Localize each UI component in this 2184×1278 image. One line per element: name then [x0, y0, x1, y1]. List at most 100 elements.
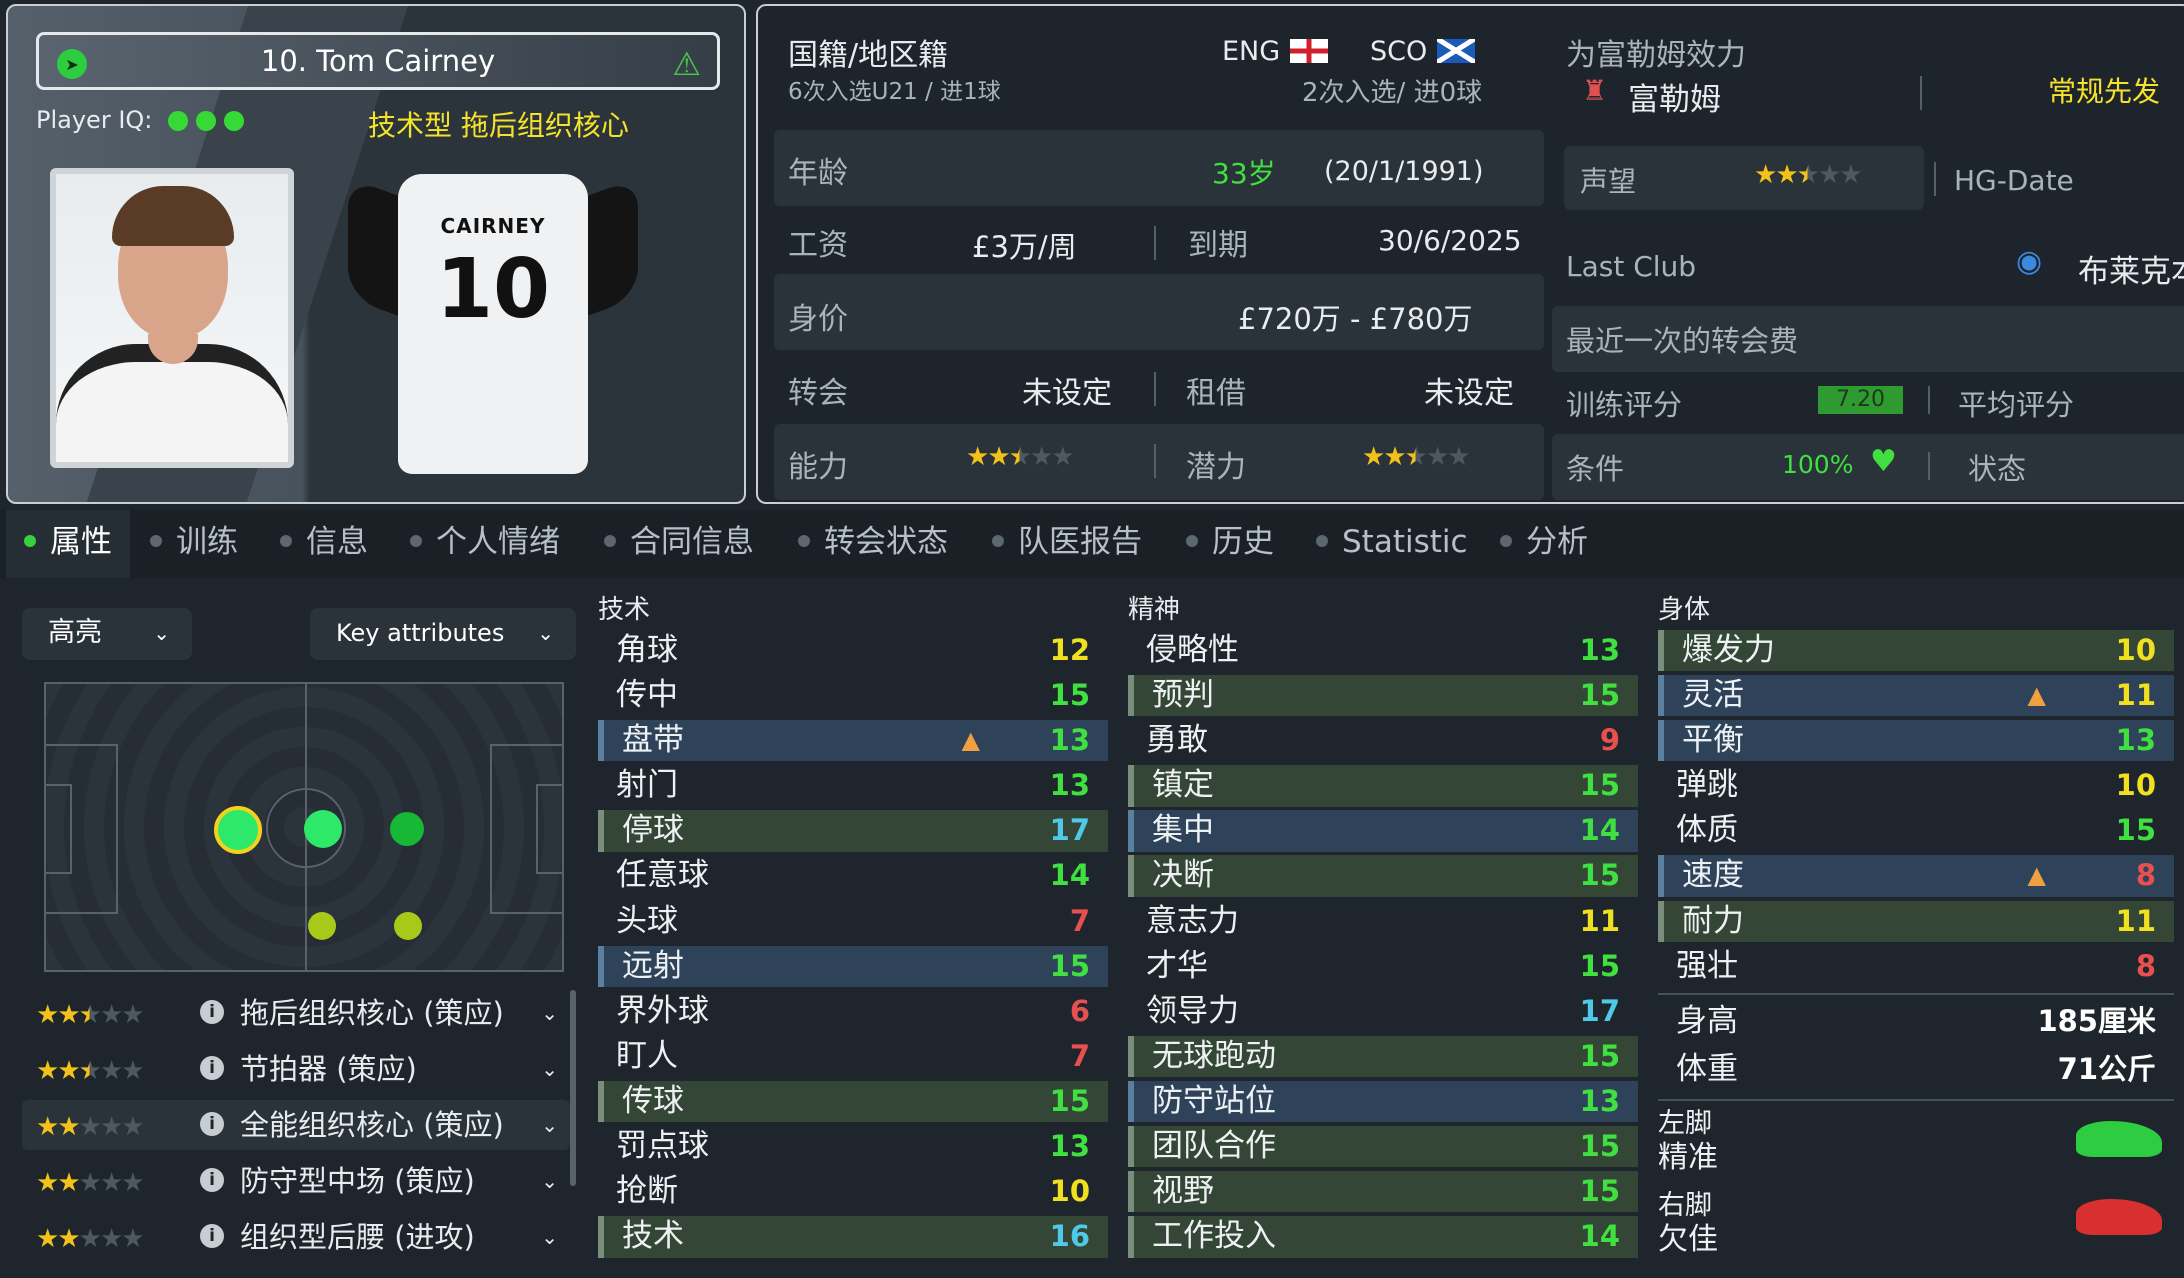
divider — [1154, 226, 1156, 260]
attribute-row[interactable]: 爆发力 10 — [1658, 630, 2174, 672]
photo-hair — [112, 186, 234, 246]
tab-history[interactable]: 历史 — [1186, 510, 1274, 578]
pitch-six-yard-left — [46, 784, 72, 874]
info-icon[interactable]: i — [200, 1168, 224, 1192]
tab-training[interactable]: 训练 — [150, 510, 238, 578]
attribute-row[interactable]: 勇敢 9 — [1128, 720, 1638, 761]
attribute-row[interactable]: 盯人 7 — [598, 1036, 1108, 1077]
last-club-name[interactable]: 布莱克本 — [2078, 246, 2184, 291]
mental-column: 精神 侵略性 13 预判 15 勇敢 9 镇定 15 集中 14 决断 15 意志力 11 才华 15 领导力 1… — [1128, 590, 1638, 1261]
info-icon[interactable]: i — [200, 1056, 224, 1080]
ability-stars: ★★★★★ — [966, 442, 1075, 472]
info-icon[interactable]: i — [200, 1000, 224, 1024]
tab-label: 合同信息 — [630, 524, 754, 560]
attribute-row[interactable]: 体质 15 — [1658, 810, 2174, 851]
attribute-row[interactable]: 工作投入 14 — [1128, 1216, 1638, 1258]
tab-bar: 属性 训练 信息 个人情绪 合同信息 转会状态 队医报告 历史 Statisti… — [0, 510, 2184, 578]
info-icon[interactable]: i — [200, 1112, 224, 1136]
attribute-row[interactable]: 角球 12 — [598, 630, 1108, 671]
info-icon[interactable]: i — [200, 1224, 224, 1248]
club-name[interactable]: 富勒姆 — [1628, 74, 1721, 119]
chevron-down-icon[interactable]: ⌄ — [541, 1044, 558, 1094]
attribute-row[interactable]: 弹跳 10 — [1658, 765, 2174, 806]
attribute-row[interactable]: 技术 16 — [598, 1216, 1108, 1258]
warning-icon[interactable]: ⚠ — [672, 45, 701, 83]
attribute-row[interactable]: 任意球 14 — [598, 855, 1108, 896]
tab-medical[interactable]: 队医报告 — [992, 510, 1142, 578]
star-full-icon: ★ — [36, 1224, 59, 1254]
attribute-value: 17 — [1579, 993, 1620, 1028]
tab-analysis[interactable]: 分析 — [1500, 510, 1588, 578]
attribute-row[interactable]: 领导力 17 — [1128, 991, 1638, 1032]
position-cm[interactable] — [304, 810, 342, 848]
divider — [1154, 444, 1156, 478]
attribute-row[interactable]: 平衡 13 — [1658, 720, 2174, 762]
position-dm-natural[interactable] — [214, 806, 262, 854]
attribute-row[interactable]: 预判 15 — [1128, 675, 1638, 717]
role-row[interactable]: ★★★★★ i 全能组织核心 (策应) ⌄ — [22, 1100, 570, 1150]
star-empty-icon: ★ — [121, 1056, 144, 1086]
attribute-row[interactable]: 罚点球 13 — [598, 1126, 1108, 1167]
attribute-row[interactable]: 意志力 11 — [1128, 901, 1638, 942]
attribute-row[interactable]: 耐力 11 — [1658, 900, 2174, 942]
attribute-row[interactable]: 决断 15 — [1128, 855, 1638, 897]
divider — [1928, 452, 1930, 480]
attribute-row[interactable]: 盘带 ▲ 13 — [598, 720, 1108, 762]
club-crest-icon: ♜ — [1582, 74, 1608, 107]
divider — [1658, 1098, 2174, 1101]
role-row[interactable]: ★★★★★ i 拖后组织核心 (策应) ⌄ — [22, 988, 570, 1038]
key-attributes-dropdown[interactable]: Key attributes ⌄ — [310, 608, 576, 660]
role-stars: ★★★★★ — [36, 1044, 145, 1096]
position-amr[interactable] — [394, 912, 422, 940]
attribute-row[interactable]: 集中 14 — [1128, 810, 1638, 852]
attribute-row[interactable]: 防守站位 13 — [1128, 1080, 1638, 1123]
attribute-row[interactable]: 传中 15 — [598, 675, 1108, 716]
attribute-row[interactable]: 无球跑动 15 — [1128, 1035, 1638, 1078]
role-stars: ★★★★★ — [36, 1212, 145, 1264]
star-full-icon: ★ — [1362, 442, 1385, 472]
tab-contract[interactable]: 合同信息 — [604, 510, 754, 578]
attribute-row[interactable]: 停球 17 — [598, 810, 1108, 852]
attribute-name: 任意球 — [616, 857, 709, 894]
tab-attributes[interactable]: 属性 — [6, 510, 130, 578]
physical-column: 身体 爆发力 10 灵活 ▲ 11 平衡 13 弹跳 10 体质 15 速度 ▲ 8 耐力 11 强壮 8 身高 1… — [1658, 590, 2174, 1257]
position-am[interactable] — [390, 812, 424, 846]
nation-eng[interactable]: ENG — [1222, 36, 1329, 67]
attribute-row[interactable]: 远射 15 — [598, 945, 1108, 987]
attribute-value: 15 — [1579, 948, 1620, 983]
attribute-row[interactable]: 侵略性 13 — [1128, 630, 1638, 671]
attribute-row[interactable]: 才华 15 — [1128, 946, 1638, 987]
attribute-row[interactable]: 灵活 ▲ 11 — [1658, 675, 2174, 717]
chevron-down-icon[interactable]: ⌄ — [541, 1156, 558, 1206]
attribute-row[interactable]: 镇定 15 — [1128, 765, 1638, 807]
attribute-row[interactable]: 传球 15 — [598, 1080, 1108, 1123]
role-row[interactable]: ★★★★★ i 组织型后腰 (进攻) ⌄ — [22, 1212, 570, 1262]
attribute-row[interactable]: 头球 7 — [598, 901, 1108, 942]
nation-sco[interactable]: SCO — [1370, 36, 1476, 67]
attribute-row[interactable]: 视野 15 — [1128, 1171, 1638, 1213]
attribute-row[interactable]: 射门 13 — [598, 765, 1108, 806]
attribute-name: 无球跑动 — [1152, 1037, 1276, 1074]
role-list-scrollbar[interactable] — [570, 990, 576, 1186]
attribute-row[interactable]: 速度 ▲ 8 — [1658, 855, 2174, 897]
role-row[interactable]: ★★★★★ i 节拍器 (策应) ⌄ — [22, 1044, 570, 1094]
player-name-box[interactable]: ➤ 10. Tom Cairney ⚠ — [36, 32, 720, 90]
attribute-value: 15 — [1579, 1129, 1620, 1164]
role-row[interactable]: ★★★★★ i 防守型中场 (策应) ⌄ — [22, 1156, 570, 1206]
attribute-row[interactable]: 界外球 6 — [598, 991, 1108, 1032]
tab-transfer-status[interactable]: 转会状态 — [798, 510, 948, 578]
tab-statistic[interactable]: Statistic — [1316, 510, 1468, 578]
attribute-row[interactable]: 强壮 8 — [1658, 946, 2174, 987]
position-mr[interactable] — [308, 912, 336, 940]
highlight-dropdown[interactable]: 高亮 ⌄ — [22, 608, 192, 660]
chevron-down-icon[interactable]: ⌄ — [541, 1212, 558, 1262]
role-name: 组织型后腰 (进攻) — [240, 1220, 475, 1254]
attribute-row[interactable]: 团队合作 15 — [1128, 1126, 1638, 1168]
tab-mood[interactable]: 个人情绪 — [410, 510, 560, 578]
chevron-down-icon[interactable]: ⌄ — [541, 1100, 558, 1150]
tab-info[interactable]: 信息 — [280, 510, 368, 578]
chevron-down-icon[interactable]: ⌄ — [541, 988, 558, 1038]
role-headline: 技术型 拖后组织核心 — [368, 109, 629, 142]
attribute-row[interactable]: 抢断 10 — [598, 1171, 1108, 1212]
attribute-name: 预判 — [1152, 677, 1214, 714]
